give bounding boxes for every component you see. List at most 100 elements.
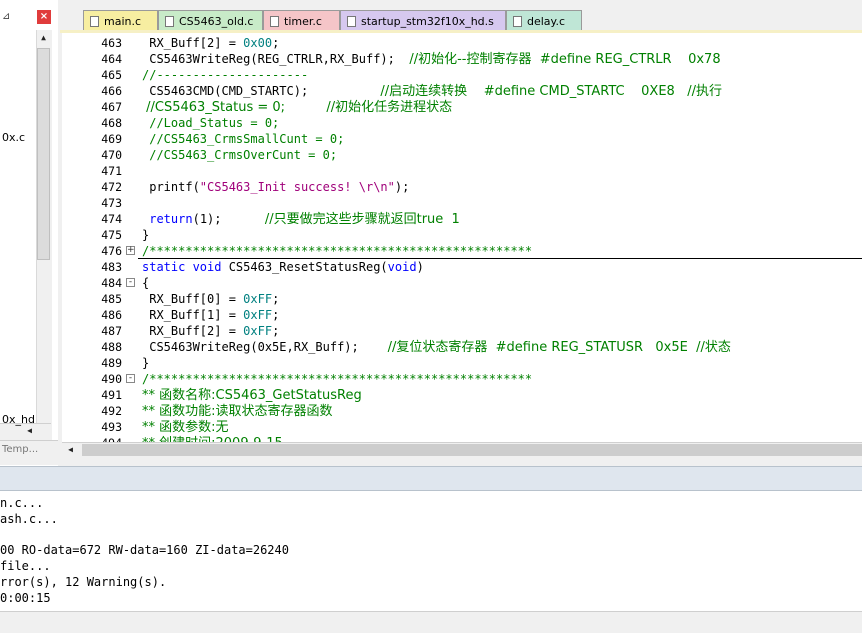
project-tree-item[interactable]: 0x.c: [2, 131, 25, 144]
code-line[interactable]: 466 CS5463CMD(CMD_STARTC); //启动连续转换 #def…: [62, 83, 862, 99]
file-icon: [90, 16, 99, 27]
line-number: 475: [101, 228, 122, 242]
line-number: 485: [101, 292, 122, 306]
line-number: 473: [101, 196, 122, 210]
code-line[interactable]: 485 RX_Buff[0] = 0xFF;: [62, 291, 862, 307]
line-number: 490: [101, 372, 122, 386]
code-line[interactable]: 474 return(1); //只要做完这些步骤就返回true 1: [62, 211, 862, 227]
scroll-left-icon[interactable]: ◀: [64, 443, 77, 457]
code-text: CS5463CMD(CMD_STARTC); //启动连续转换 #define …: [142, 84, 722, 99]
code-line[interactable]: 471: [62, 163, 862, 179]
code-line[interactable]: 463 RX_Buff[2] = 0x00;: [62, 35, 862, 51]
code-line[interactable]: 464 CS5463WriteReg(REG_CTRLR,RX_Buff); /…: [62, 51, 862, 67]
output-line: 00 RO-data=672 RW-data=160 ZI-data=26240: [0, 543, 289, 558]
code-text: CS5463WriteReg(REG_CTRLR,RX_Buff); //初始化…: [142, 52, 721, 67]
code-text: ** 创建时间:2009-9-15: [142, 435, 283, 442]
code-line[interactable]: 490-/***********************************…: [62, 371, 862, 387]
pin-icon[interactable]: ⊿: [2, 11, 14, 23]
fold-collapse-icon[interactable]: -: [126, 278, 135, 287]
output-line: ash.c...: [0, 511, 58, 526]
code-line[interactable]: 487 RX_Buff[2] = 0xFF;: [62, 323, 862, 339]
tab-label: timer.c: [284, 15, 322, 28]
code-line[interactable]: 484-{: [62, 275, 862, 291]
code-line[interactable]: 467 //CS5463_Status = 0; //初始化任务进程状态: [62, 99, 862, 115]
editor-tabbar: main.c CS5463_old.c timer.c startup_stm3…: [60, 7, 862, 32]
line-number: 466: [101, 84, 122, 98]
file-icon: [347, 16, 356, 27]
build-output-panel: n.c... ash.c... 00 RO-data=672 RW-data=160…: [0, 491, 862, 611]
editor-scroll-thumb[interactable]: [82, 444, 862, 456]
tab-cs5463-old-c[interactable]: CS5463_old.c: [158, 10, 263, 31]
panel-splitter[interactable]: [0, 466, 862, 491]
line-number: 493: [101, 420, 122, 434]
close-panel-button[interactable]: ×: [37, 10, 51, 24]
tab-label: delay.c: [527, 15, 566, 28]
code-text: //CS5463_Status = 0; //初始化任务进程状态: [142, 100, 453, 115]
code-line[interactable]: 472 printf("CS5463_Init success! \r\n");: [62, 179, 862, 195]
code-text: ** 函数参数:无: [142, 420, 229, 435]
code-line[interactable]: 493 ** 函数参数:无: [62, 419, 862, 435]
code-line[interactable]: 468 //Load_Status = 0;: [62, 115, 862, 131]
code-line[interactable]: 483 static void CS5463_ResetStatusReg(voi…: [62, 259, 862, 275]
output-line: rror(s), 12 Warning(s).: [0, 575, 167, 589]
code-text: //CS5463_CrmsSmallCunt = 0;: [142, 132, 345, 146]
code-line[interactable]: 476 + /***********************************…: [62, 243, 862, 259]
code-line[interactable]: 473: [62, 195, 862, 211]
code-text: printf("CS5463_Init success! \r\n");: [142, 180, 410, 194]
code-line[interactable]: 465 //---------------------: [62, 67, 862, 83]
project-panel-scroll-thumb[interactable]: [37, 48, 50, 260]
code-editor[interactable]: 463 RX_Buff[2] = 0x00; 464 CS5463WriteReg…: [62, 33, 862, 442]
code-text: RX_Buff[0] = 0xFF;: [142, 292, 280, 306]
code-line[interactable]: 489}: [62, 355, 862, 371]
code-text: }: [142, 228, 150, 242]
line-number: 491: [101, 388, 122, 402]
code-text: /***************************************…: [142, 244, 533, 258]
code-line[interactable]: 491 ** 函数名称:CS5463_GetStatusReg: [62, 387, 862, 403]
code-line[interactable]: 469 //CS5463_CrmsSmallCunt = 0;: [62, 131, 862, 147]
line-number: 487: [101, 324, 122, 338]
templates-tab[interactable]: Temp...: [2, 444, 38, 455]
file-icon: [270, 16, 279, 27]
tab-timer-c[interactable]: timer.c: [263, 10, 340, 31]
line-number: 467: [101, 100, 122, 114]
line-number: 470: [101, 148, 122, 162]
line-number: 483: [101, 260, 122, 274]
code-line[interactable]: 494 ** 创建时间:2009-9-15: [62, 435, 862, 442]
fold-expand-icon[interactable]: +: [126, 246, 135, 255]
code-line[interactable]: 492 ** 函数功能:读取状态寄存器函数: [62, 403, 862, 419]
code-line[interactable]: 486 RX_Buff[1] = 0xFF;: [62, 307, 862, 323]
code-line[interactable]: 475}: [62, 227, 862, 243]
tab-label: main.c: [104, 15, 142, 28]
code-text: RX_Buff[2] = 0x00;: [142, 36, 280, 50]
output-line: 0:00:15: [0, 590, 51, 605]
code-text: ** 函数功能:读取状态寄存器函数: [142, 404, 333, 419]
code-text: static void CS5463_ResetStatusReg(void): [142, 260, 424, 274]
line-number: 494: [62, 435, 122, 442]
code-line[interactable]: 470 //CS5463_CrmsOverCunt = 0;: [62, 147, 862, 163]
file-icon: [513, 16, 522, 27]
scroll-left-icon[interactable]: ◀: [23, 424, 36, 438]
line-number: 486: [101, 308, 122, 322]
line-number: 469: [101, 132, 122, 146]
code-text: return(1); //只要做完这些步骤就返回true 1: [149, 212, 460, 227]
code-text: //CS5463_CrmsOverCunt = 0;: [142, 148, 338, 162]
line-number: 465: [101, 68, 122, 82]
line-number: 476: [101, 244, 122, 258]
line-number: 484: [101, 276, 122, 290]
output-line: n.c...: [0, 496, 44, 510]
code-text: RX_Buff[2] = 0xFF;: [142, 324, 280, 338]
fold-collapse-icon[interactable]: -: [126, 374, 135, 383]
line-number: 472: [101, 180, 122, 194]
code-text: RX_Buff[1] = 0xFF;: [142, 308, 280, 322]
line-number: 492: [101, 404, 122, 418]
tab-startup-s[interactable]: startup_stm32f10x_hd.s: [340, 10, 506, 31]
code-text: CS5463WriteReg(0x5E,RX_Buff); //复位状态寄存器 …: [142, 340, 731, 355]
scroll-up-icon[interactable]: ▲: [37, 31, 50, 45]
tab-main-c[interactable]: main.c: [83, 10, 158, 31]
tab-delay-c[interactable]: delay.c: [506, 10, 582, 31]
line-number: 489: [101, 356, 122, 370]
line-number: 471: [101, 164, 122, 178]
line-number: 488: [101, 340, 122, 354]
code-line[interactable]: 488 CS5463WriteReg(0x5E,RX_Buff); //复位状态…: [62, 339, 862, 355]
code-text: ** 函数名称:CS5463_GetStatusReg: [142, 388, 362, 403]
